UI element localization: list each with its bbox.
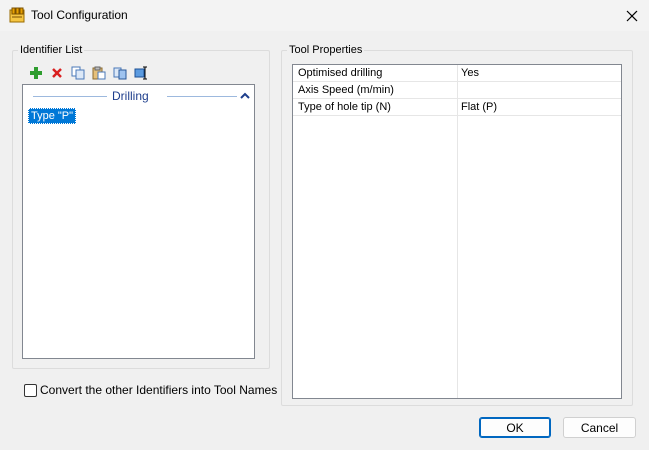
property-value[interactable]: Yes xyxy=(461,67,479,79)
identifier-list[interactable]: Drilling Type "P" xyxy=(22,84,255,359)
duplicate-button[interactable] xyxy=(111,65,128,81)
convert-option[interactable]: Convert the other Identifiers into Tool … xyxy=(24,383,277,397)
duplicate-icon xyxy=(113,67,126,80)
property-row[interactable]: Axis Speed (m/min) xyxy=(293,82,621,99)
property-name: Optimised drilling xyxy=(298,67,383,79)
group-divider-left xyxy=(33,96,107,97)
property-name: Axis Speed (m/min) xyxy=(298,84,394,96)
identifier-toolbar xyxy=(27,65,149,81)
paste-button[interactable] xyxy=(90,65,107,81)
add-button[interactable] xyxy=(27,65,44,81)
property-value[interactable]: Flat (P) xyxy=(461,101,497,113)
ok-button[interactable]: OK xyxy=(479,417,551,438)
property-grid: Optimised drilling Yes Axis Speed (m/min… xyxy=(292,64,622,399)
close-button[interactable] xyxy=(615,0,649,31)
identifier-list-legend: Identifier List xyxy=(20,44,83,56)
convert-checkbox[interactable] xyxy=(24,383,37,397)
convert-label[interactable]: Convert the other Identifiers into Tool … xyxy=(40,383,277,397)
group-divider-right xyxy=(167,96,237,97)
tool-properties-legend: Tool Properties xyxy=(289,44,363,56)
paste-icon xyxy=(92,66,105,80)
title-bar: Tool Configuration xyxy=(0,0,649,31)
close-icon xyxy=(626,10,638,21)
property-row[interactable]: Type of hole tip (N) Flat (P) xyxy=(293,99,621,116)
group-header-drilling: Drilling xyxy=(33,89,251,103)
property-row[interactable]: Optimised drilling Yes xyxy=(293,65,621,82)
rename-button[interactable] xyxy=(132,65,149,81)
copy-button[interactable] xyxy=(69,65,86,81)
rename-icon xyxy=(134,66,147,80)
add-icon xyxy=(29,67,42,79)
list-item[interactable]: Type "P" xyxy=(28,108,77,124)
tool-config-icon xyxy=(9,7,25,23)
collapse-icon[interactable] xyxy=(239,91,251,101)
group-title: Drilling xyxy=(112,89,149,103)
copy-icon xyxy=(71,66,84,80)
delete-icon xyxy=(51,68,62,78)
window-title: Tool Configuration xyxy=(31,8,128,22)
property-name: Type of hole tip (N) xyxy=(298,101,391,113)
delete-button[interactable] xyxy=(48,65,65,81)
cancel-button[interactable]: Cancel xyxy=(563,417,636,438)
